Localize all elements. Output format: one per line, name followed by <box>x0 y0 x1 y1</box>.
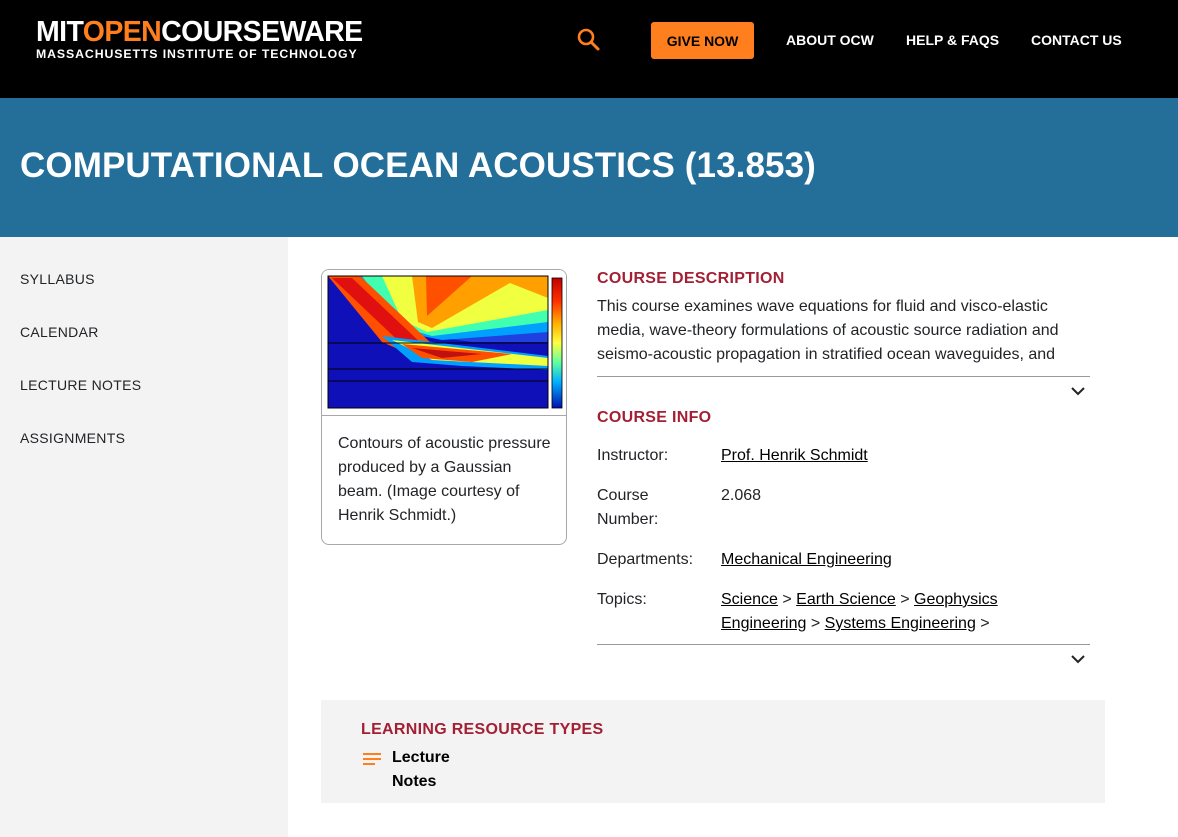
lines-icon <box>362 752 382 768</box>
course-info-divider <box>597 644 1090 645</box>
sidebar-item-assignments[interactable]: ASSIGNMENTS <box>20 430 125 446</box>
departments-value: Mechanical Engineering <box>721 548 892 572</box>
acoustic-pressure-image <box>322 270 566 416</box>
logo-open: OPEN <box>82 16 162 48</box>
resource-type-lecture-notes[interactable]: Lecture Notes <box>392 746 472 794</box>
chevron-down-icon[interactable] <box>1070 384 1086 396</box>
topic-link-systems-engineering[interactable]: Systems Engineering <box>825 615 976 632</box>
topics-label: Topics: <box>597 591 647 608</box>
instructor-label: Instructor: <box>597 447 669 464</box>
course-description-heading: COURSE DESCRIPTION <box>597 270 785 287</box>
topic-separator: > <box>810 615 821 632</box>
search-icon[interactable] <box>576 27 602 53</box>
topic-separator: > <box>782 591 792 608</box>
image-caption: Contours of acoustic pressure produced b… <box>338 435 551 524</box>
topic-separator: > <box>980 615 990 632</box>
learning-resource-types-panel: LEARNING RESOURCE TYPES Lecture Notes <box>321 700 1105 803</box>
learning-resource-types-heading: LEARNING RESOURCE TYPES <box>361 721 604 738</box>
logo-wordmark: MITOPENCOURSEWARE <box>36 16 363 48</box>
sidebar-item-lecture-notes[interactable]: LECTURE NOTES <box>20 377 141 393</box>
topic-separator: > <box>900 591 910 608</box>
course-title-banner: COMPUTATIONAL OCEAN ACOUSTICS (13.853) <box>0 98 1178 237</box>
topics-row-2: Engineering > Systems Engineering > <box>721 612 990 636</box>
logo-courseware: COURSEWARE <box>161 16 363 48</box>
course-number-label: Course Number: <box>597 487 659 528</box>
course-number-value: 2.068 <box>721 487 762 504</box>
topic-link-science[interactable]: Science <box>721 591 778 608</box>
course-description-text: This course examines wave equations for … <box>597 298 1059 363</box>
topic-link-earth-science[interactable]: Earth Science <box>796 591 896 608</box>
nav-help-faqs[interactable]: HELP & FAQS <box>906 32 999 48</box>
give-now-button[interactable]: GIVE NOW <box>651 22 754 59</box>
logo-mit: MIT <box>36 16 83 48</box>
course-image-card: Contours of acoustic pressure produced b… <box>321 269 567 545</box>
mit-ocw-logo[interactable]: MITOPENCOURSEWARE MASSACHUSETTS INSTITUT… <box>36 16 363 61</box>
description-divider <box>597 376 1090 377</box>
top-header: MITOPENCOURSEWARE MASSACHUSETTS INSTITUT… <box>0 0 1178 98</box>
department-link[interactable]: Mechanical Engineering <box>721 551 892 568</box>
chevron-down-icon[interactable] <box>1070 652 1086 664</box>
sidebar-item-syllabus[interactable]: SYLLABUS <box>20 271 95 287</box>
instructor-value: Prof. Henrik Schmidt <box>721 444 868 468</box>
nav-about-ocw[interactable]: ABOUT OCW <box>786 32 874 48</box>
topic-link-geophysics[interactable]: Geophysics <box>914 591 998 608</box>
topics-row-1: Science > Earth Science > Geophysics <box>721 588 998 612</box>
instructor-link[interactable]: Prof. Henrik Schmidt <box>721 447 868 464</box>
course-sidebar: SYLLABUS CALENDAR LECTURE NOTES ASSIGNME… <box>0 237 288 837</box>
departments-label: Departments: <box>597 551 694 568</box>
topic-link-engineering[interactable]: Engineering <box>721 615 806 632</box>
logo-subtitle: MASSACHUSETTS INSTITUTE OF TECHNOLOGY <box>36 47 358 61</box>
course-title: COMPUTATIONAL OCEAN ACOUSTICS (13.853) <box>20 146 816 185</box>
course-info-heading: COURSE INFO <box>597 409 712 426</box>
nav-contact-us[interactable]: CONTACT US <box>1031 32 1122 48</box>
sidebar-item-calendar[interactable]: CALENDAR <box>20 324 99 340</box>
